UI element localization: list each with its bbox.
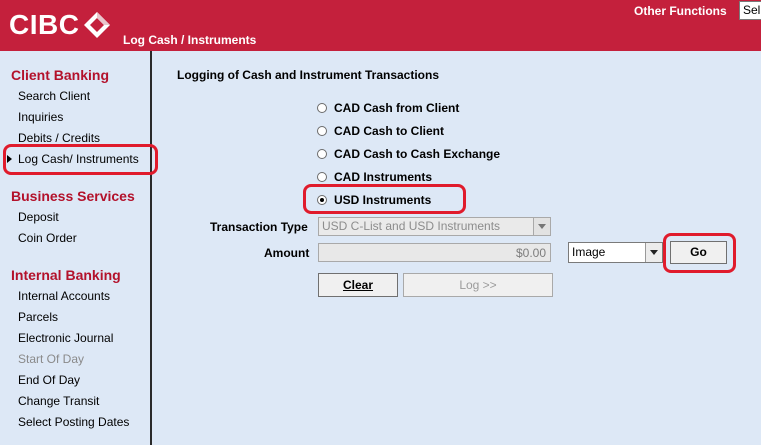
transaction-type-select[interactable]: USD C-List and USD Instruments <box>318 217 551 236</box>
cibc-logo: CIBC <box>9 8 111 42</box>
dropdown-button[interactable] <box>645 243 662 262</box>
page-title: Log Cash / Instruments <box>123 33 257 47</box>
sidebar-item-change-transit[interactable]: Change Transit <box>18 394 99 408</box>
go-button[interactable]: Go <box>670 241 727 264</box>
radio-button[interactable] <box>317 126 327 136</box>
radio-button-selected[interactable] <box>317 195 327 205</box>
radio-cad-cash-exchange[interactable]: CAD Cash to Cash Exchange <box>317 147 500 161</box>
sidebar-item-end-of-day[interactable]: End Of Day <box>18 373 80 387</box>
radio-label: CAD Instruments <box>334 170 433 184</box>
radio-cad-cash-to-client[interactable]: CAD Cash to Client <box>317 124 444 138</box>
radio-label: CAD Cash from Client <box>334 101 460 115</box>
radio-label: CAD Cash to Cash Exchange <box>334 147 501 161</box>
radio-label: CAD Cash to Client <box>334 124 445 138</box>
sidebar-item-start-of-day: Start Of Day <box>18 352 85 366</box>
sidebar-item-inquiries[interactable]: Inquiries <box>18 110 63 124</box>
section-title-business-services: Business Services <box>11 188 135 204</box>
radio-label: USD Instruments <box>334 193 432 207</box>
cibc-diamond-icon <box>84 12 111 38</box>
image-select[interactable]: Image <box>568 242 663 263</box>
sidebar-item-search-client[interactable]: Search Client <box>18 89 90 103</box>
radio-usd-instruments[interactable]: USD Instruments <box>317 193 431 207</box>
section-title-client-banking: Client Banking <box>11 67 110 83</box>
sidebar-item-deposit[interactable]: Deposit <box>18 210 59 224</box>
section-title-internal-banking: Internal Banking <box>11 267 121 283</box>
radio-button[interactable] <box>317 103 327 113</box>
radio-cad-instruments[interactable]: CAD Instruments <box>317 170 432 184</box>
chevron-down-icon <box>650 250 658 255</box>
transaction-type-value: USD C-List and USD Instruments <box>322 219 501 233</box>
image-select-value: Image <box>572 245 606 259</box>
amount-label: Amount <box>264 246 310 260</box>
sidebar-item-select-posting-dates[interactable]: Select Posting Dates <box>18 415 129 429</box>
other-functions-link[interactable]: Other Functions <box>634 4 727 18</box>
radio-button[interactable] <box>317 149 327 159</box>
clear-button[interactable]: Clear <box>318 273 398 297</box>
logo-text: CIBC <box>9 9 80 40</box>
clear-button-label: Clear <box>342 278 374 292</box>
dropdown-button[interactable] <box>533 218 550 235</box>
radio-button[interactable] <box>317 172 327 182</box>
sidebar-item-coin-order[interactable]: Coin Order <box>18 231 77 245</box>
active-arrow-icon <box>7 155 12 163</box>
sidebar-item-electronic-journal[interactable]: Electronic Journal <box>18 331 113 345</box>
transaction-type-label: Transaction Type <box>210 220 308 234</box>
sidebar: Client Banking Search Client Inquiries D… <box>0 51 152 445</box>
sidebar-item-parcels[interactable]: Parcels <box>18 310 58 324</box>
chevron-down-icon <box>538 224 546 229</box>
main-title: Logging of Cash and Instrument Transacti… <box>177 68 440 82</box>
other-functions-select[interactable]: Sel <box>739 1 761 20</box>
app-header: CIBC Log Cash / Instruments Other Functi… <box>0 0 761 51</box>
radio-cad-cash-from-client[interactable]: CAD Cash from Client <box>317 101 459 115</box>
sidebar-item-log-cash-instruments[interactable]: Log Cash/ Instruments <box>18 152 139 166</box>
log-button: Log >> <box>403 273 553 297</box>
sidebar-item-debits-credits[interactable]: Debits / Credits <box>18 131 100 145</box>
sidebar-item-internal-accounts[interactable]: Internal Accounts <box>18 289 110 303</box>
amount-input[interactable]: $0.00 <box>318 243 551 262</box>
